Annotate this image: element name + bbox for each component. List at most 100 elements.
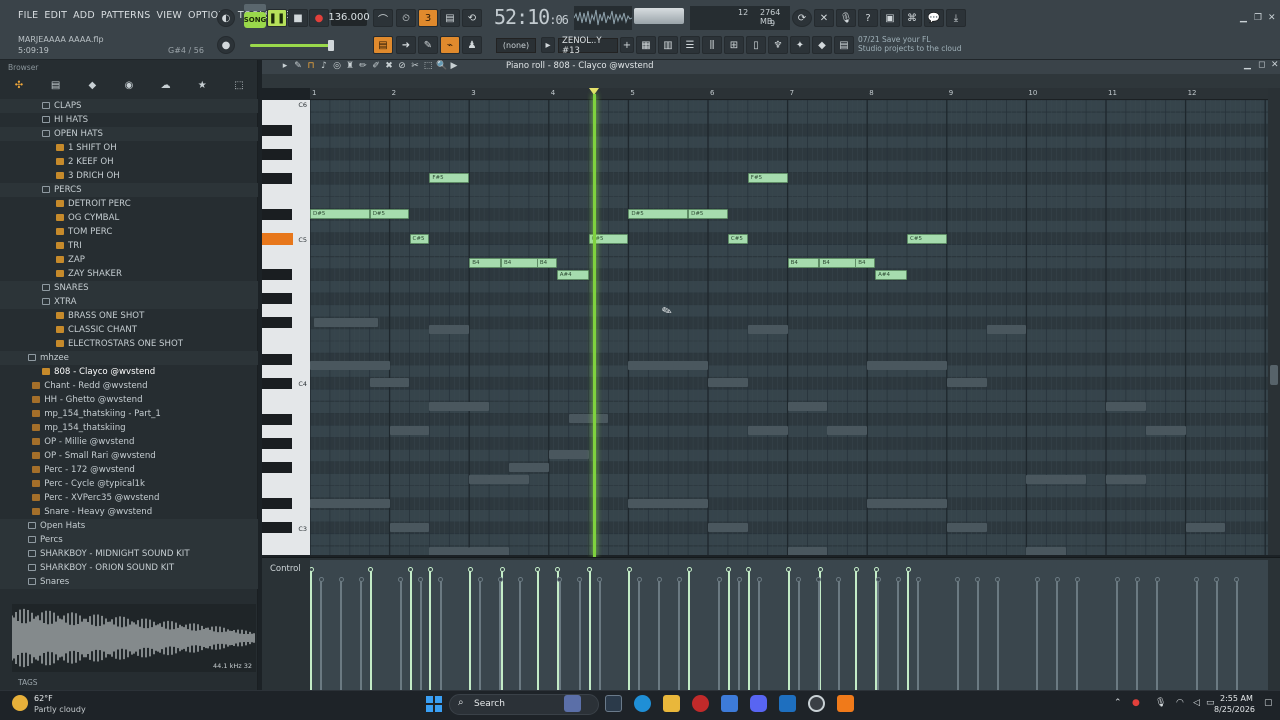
- cpu-gear-icon[interactable]: ⟳: [792, 9, 812, 27]
- velocity-stem[interactable]: [628, 570, 631, 690]
- browser-file[interactable]: Perc - 172 @wvstend: [0, 463, 258, 477]
- download-icon[interactable]: ⤓: [946, 9, 966, 27]
- velocity-handle[interactable]: [427, 567, 433, 572]
- plugin-db-icon[interactable]: ▯: [746, 36, 766, 54]
- browser-folder[interactable]: HI HATS: [0, 113, 258, 127]
- note[interactable]: C#5: [907, 233, 947, 244]
- play-icon[interactable]: ❚❚: [267, 9, 287, 27]
- select-icon[interactable]: ⬚: [423, 61, 433, 71]
- stamp-icon[interactable]: ♟: [462, 36, 482, 54]
- velocity-stem[interactable]: [310, 570, 312, 690]
- delete-icon[interactable]: ✖: [384, 61, 394, 71]
- playlist-icon[interactable]: ▤: [373, 36, 393, 54]
- velocity-stem[interactable]: [787, 570, 790, 690]
- browser-file[interactable]: mp_154_thatskiing - Part_1: [0, 407, 258, 421]
- chat-icon[interactable]: 💬: [924, 9, 944, 27]
- sounds-icon[interactable]: ◉: [114, 76, 144, 94]
- restore-icon[interactable]: ❐: [1254, 13, 1262, 23]
- browser-folder[interactable]: CLAPS: [0, 99, 258, 113]
- velocity-handle[interactable]: [626, 567, 632, 572]
- tray-chevron-icon[interactable]: ⌃: [1114, 698, 1122, 708]
- browser-file[interactable]: mp_154_thatskiing: [0, 421, 258, 435]
- widget-app-icon[interactable]: [564, 695, 581, 712]
- plugin-db-tab-icon[interactable]: ◆: [77, 76, 107, 94]
- piano-roll-icon[interactable]: ▥: [658, 36, 678, 54]
- slice-icon[interactable]: ✂: [410, 61, 420, 71]
- browser-folder[interactable]: SHARKBOY - MIDNIGHT SOUND KIT: [0, 547, 258, 561]
- black-key[interactable]: [262, 377, 292, 389]
- velocity-handle[interactable]: [408, 567, 413, 572]
- vertical-scroll-thumb[interactable]: [1270, 365, 1278, 385]
- vertical-scrollbar[interactable]: [1268, 88, 1280, 555]
- snap-select[interactable]: (none): [496, 38, 536, 53]
- volume-icon[interactable]: ◁: [1193, 698, 1200, 708]
- velocity-stem[interactable]: [429, 570, 432, 690]
- cloud-icon[interactable]: ☁: [151, 76, 181, 94]
- velocity-handle[interactable]: [873, 567, 879, 572]
- black-key[interactable]: [262, 498, 292, 510]
- black-key[interactable]: [262, 462, 292, 473]
- black-key[interactable]: [262, 413, 292, 425]
- velocity-handle[interactable]: [555, 567, 561, 572]
- all-files-icon[interactable]: ✣: [4, 76, 34, 94]
- browser-folder[interactable]: SNARES: [0, 281, 258, 295]
- sample-preview-waveform[interactable]: 44.1 kHz 32: [12, 604, 256, 672]
- add-pattern-icon[interactable]: +: [620, 37, 634, 53]
- browser-file[interactable]: BRASS ONE SHOT: [0, 309, 258, 323]
- channel-rack-icon[interactable]: ☰: [680, 36, 700, 54]
- pattern-song-toggle-icon[interactable]: ◐: [217, 9, 235, 27]
- save-icon[interactable]: ▣: [880, 9, 900, 27]
- browser-file[interactable]: 1 SHIFT OH: [0, 141, 258, 155]
- weather-temp[interactable]: 62°F: [34, 694, 53, 703]
- browser-file[interactable]: CLASSIC CHANT: [0, 323, 258, 337]
- velocity-handle[interactable]: [535, 567, 541, 572]
- browser-folder[interactable]: Open Hats: [0, 519, 258, 533]
- pattern-select[interactable]: ZENOL..Y #13: [558, 36, 618, 56]
- note[interactable]: B4: [787, 257, 820, 268]
- black-key[interactable]: [262, 172, 292, 184]
- fx-icon[interactable]: ✕: [814, 9, 834, 27]
- black-key[interactable]: [262, 293, 292, 305]
- file-explorer-icon[interactable]: [663, 695, 680, 712]
- discord-icon[interactable]: [750, 695, 767, 712]
- velocity-handle[interactable]: [310, 567, 314, 572]
- clock-time[interactable]: 2:55 AM: [1220, 694, 1253, 703]
- master-pitch-knob[interactable]: ●: [217, 36, 235, 54]
- playlist-view-icon[interactable]: ▦: [636, 36, 656, 54]
- note[interactable]: C#5: [727, 233, 748, 244]
- link-icon[interactable]: ⌁: [440, 36, 460, 54]
- velocity-stem[interactable]: [469, 570, 472, 690]
- black-key[interactable]: [262, 124, 292, 136]
- playback-icon[interactable]: ▶: [449, 61, 459, 71]
- black-key[interactable]: [262, 317, 292, 329]
- magnet-icon[interactable]: ⊓: [306, 61, 316, 71]
- stop-icon[interactable]: ■: [288, 9, 308, 27]
- close-icon[interactable]: ✕: [1268, 13, 1276, 23]
- countdown-icon[interactable]: 3: [418, 9, 438, 27]
- velocity-handle[interactable]: [499, 567, 505, 572]
- master-volume-slider[interactable]: [634, 8, 684, 24]
- task-view-icon[interactable]: [605, 695, 622, 712]
- note[interactable]: B4: [855, 257, 876, 268]
- plugin-icon[interactable]: ⌘: [902, 9, 922, 27]
- velocity-handle[interactable]: [905, 567, 911, 572]
- browser-file[interactable]: TRI: [0, 239, 258, 253]
- velocity-stem[interactable]: [536, 570, 539, 690]
- help-icon[interactable]: ?: [858, 9, 878, 27]
- velocity-stem[interactable]: [727, 570, 730, 690]
- minimize-icon[interactable]: ▁: [1240, 13, 1247, 23]
- browser-file[interactable]: ELECTROSTARS ONE SHOT: [0, 337, 258, 351]
- clock-date[interactable]: 8/25/2026: [1214, 705, 1255, 714]
- velocity-stem[interactable]: [588, 570, 591, 690]
- plugin-picker-icon[interactable]: ♆: [768, 36, 788, 54]
- play-note-icon[interactable]: ♪: [319, 61, 329, 71]
- pattern-mode-button[interactable]: [244, 4, 266, 11]
- weather-icon[interactable]: [12, 695, 28, 711]
- microphone-icon[interactable]: 🎙: [1155, 698, 1166, 708]
- velocity-handle[interactable]: [368, 567, 374, 572]
- black-key[interactable]: [262, 148, 292, 160]
- velocity-handle[interactable]: [817, 567, 823, 572]
- velocity-stem[interactable]: [819, 570, 822, 690]
- video-icon[interactable]: ◆: [812, 36, 832, 54]
- main-volume-handle[interactable]: [328, 40, 334, 51]
